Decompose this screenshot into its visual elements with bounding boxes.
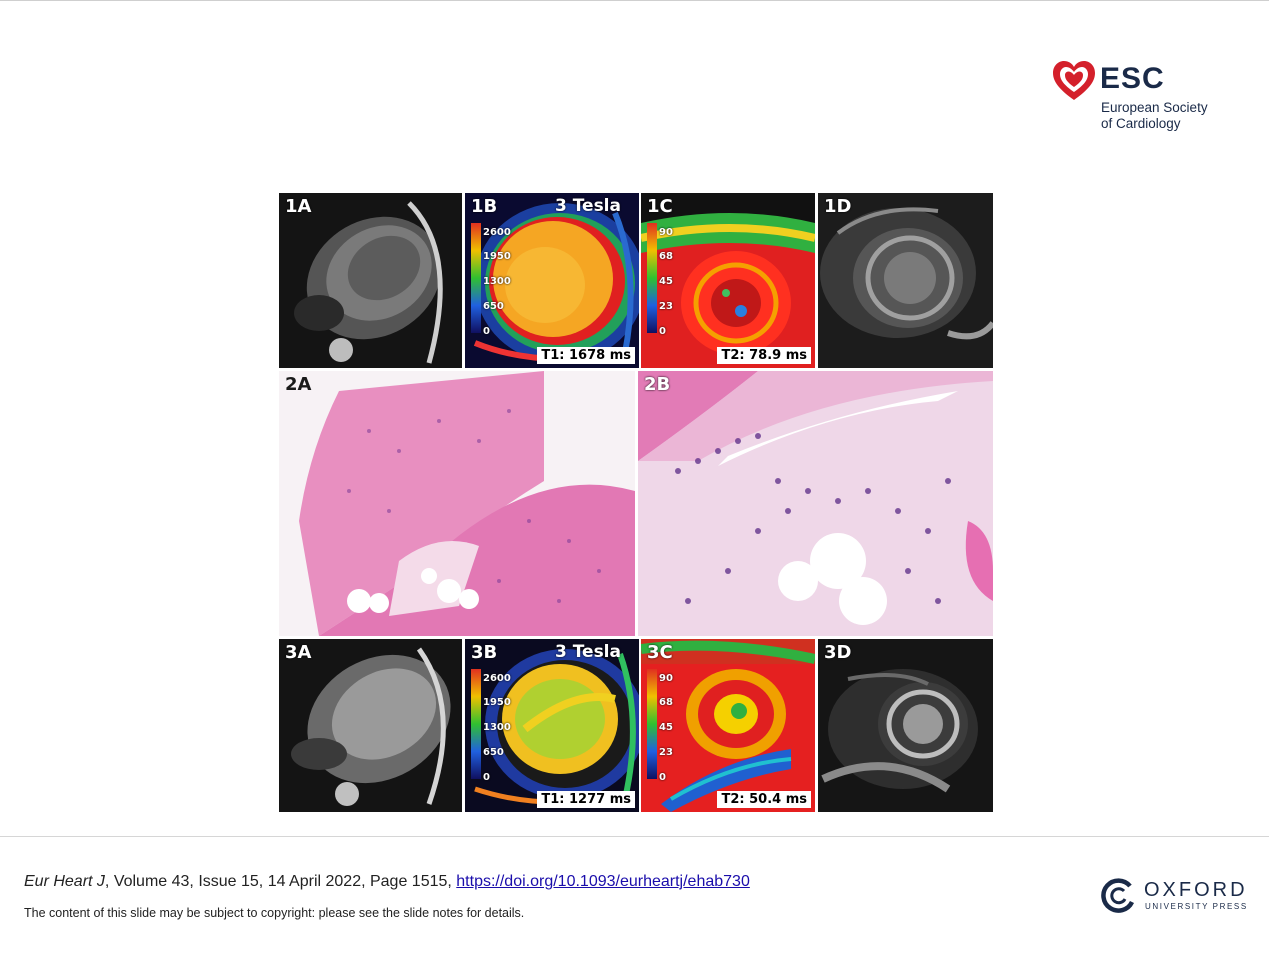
panel-label: 1D xyxy=(824,196,852,217)
scale-tick: 23 xyxy=(659,301,673,312)
field-strength-label: 3 Tesla xyxy=(554,196,621,216)
panel-2b: 2B xyxy=(638,371,993,636)
oup-logo: OXFORD UNIVERSITY PRESS xyxy=(1100,878,1255,918)
esc-subtitle-line1: European Society xyxy=(1101,100,1208,115)
esc-subtitle: European Society of Cardiology xyxy=(1101,100,1208,132)
scale-tick: 1300 xyxy=(483,722,511,733)
histology-image-high-power xyxy=(638,371,993,636)
panel-1d: 1D xyxy=(818,193,993,368)
t2-measurement: T2: 78.9 ms xyxy=(717,347,811,364)
oup-subtitle: UNIVERSITY PRESS xyxy=(1145,902,1248,911)
citation-details: , Volume 43, Issue 15, 14 April 2022, Pa… xyxy=(104,873,457,890)
panel-1c: 90 68 45 23 0 1C T2: 78.9 ms xyxy=(641,193,815,368)
scale-tick: 68 xyxy=(659,697,673,708)
scale-tick: 1300 xyxy=(483,276,511,287)
lge-image xyxy=(818,193,993,368)
color-scale-bar xyxy=(647,223,657,333)
panel-label: 1A xyxy=(285,196,312,217)
panel-3b: 2600 1950 1300 650 0 3B 3 Tesla T1: 1277… xyxy=(465,639,639,812)
scale-tick: 45 xyxy=(659,276,673,287)
scale-tick: 68 xyxy=(659,251,673,262)
scale-tick: 1950 xyxy=(483,251,511,262)
panel-label: 3C xyxy=(647,642,673,663)
panel-label: 1B xyxy=(471,196,498,217)
panel-label: 3D xyxy=(824,642,852,663)
panel-label: 3A xyxy=(285,642,312,663)
panel-1b: 2600 1950 1300 650 0 1B 3 Tesla T1: 1678… xyxy=(465,193,639,368)
panel-1a: 1A xyxy=(279,193,462,368)
scale-tick: 2600 xyxy=(483,227,511,238)
scale-tick: 0 xyxy=(483,326,490,337)
color-scale-bar xyxy=(647,669,657,779)
color-scale-bar xyxy=(471,669,481,779)
panel-label: 1C xyxy=(647,196,673,217)
scale-tick: 0 xyxy=(659,772,666,783)
panel-3a: 3A xyxy=(279,639,462,812)
oup-name: OXFORD xyxy=(1144,879,1248,901)
journal-name: Eur Heart J xyxy=(24,873,105,890)
esc-subtitle-line2: of Cardiology xyxy=(1101,116,1181,131)
scale-tick: 1950 xyxy=(483,697,511,708)
scale-tick: 2600 xyxy=(483,673,511,684)
scale-tick: 90 xyxy=(659,673,673,684)
copyright-note: The content of this slide may be subject… xyxy=(24,906,525,920)
doi-link[interactable]: https://doi.org/10.1093/eurheartj/ehab73… xyxy=(456,873,750,890)
panel-3c: 90 68 45 23 0 3C T2: 50.4 ms xyxy=(641,639,815,812)
citation: Eur Heart J, Volume 43, Issue 15, 14 Apr… xyxy=(24,873,750,891)
scale-tick: 0 xyxy=(659,326,666,337)
figure-composite: 1A 2600 1950 1300 650 0 1B 3 Tesla T1: 1… xyxy=(279,193,993,812)
panel-label: 3B xyxy=(471,642,498,663)
t2-measurement: T2: 50.4 ms xyxy=(717,791,811,808)
color-scale-bar xyxy=(471,223,481,333)
panel-3d: 3D xyxy=(818,639,993,812)
top-divider xyxy=(0,0,1269,1)
mri-cine-image xyxy=(279,639,462,812)
scale-tick: 90 xyxy=(659,227,673,238)
esc-logo: ESC European Society of Cardiology xyxy=(1052,58,1232,138)
field-strength-label: 3 Tesla xyxy=(554,642,621,662)
scale-tick: 45 xyxy=(659,722,673,733)
esc-name: ESC xyxy=(1100,62,1165,95)
mri-cine-image xyxy=(279,193,462,368)
panel-2a: 2A xyxy=(279,371,635,636)
oxford-icon xyxy=(1101,878,1135,913)
scale-tick: 650 xyxy=(483,301,504,312)
heart-icon xyxy=(1053,61,1095,100)
t1-measurement: T1: 1678 ms xyxy=(537,347,635,364)
footer-divider xyxy=(0,836,1269,837)
t1-measurement: T1: 1277 ms xyxy=(537,791,635,808)
scale-tick: 23 xyxy=(659,747,673,758)
panel-label: 2B xyxy=(644,374,671,395)
scale-tick: 0 xyxy=(483,772,490,783)
histology-image-low-power xyxy=(279,371,635,636)
lge-image xyxy=(818,639,993,812)
panel-label: 2A xyxy=(285,374,312,395)
scale-tick: 650 xyxy=(483,747,504,758)
